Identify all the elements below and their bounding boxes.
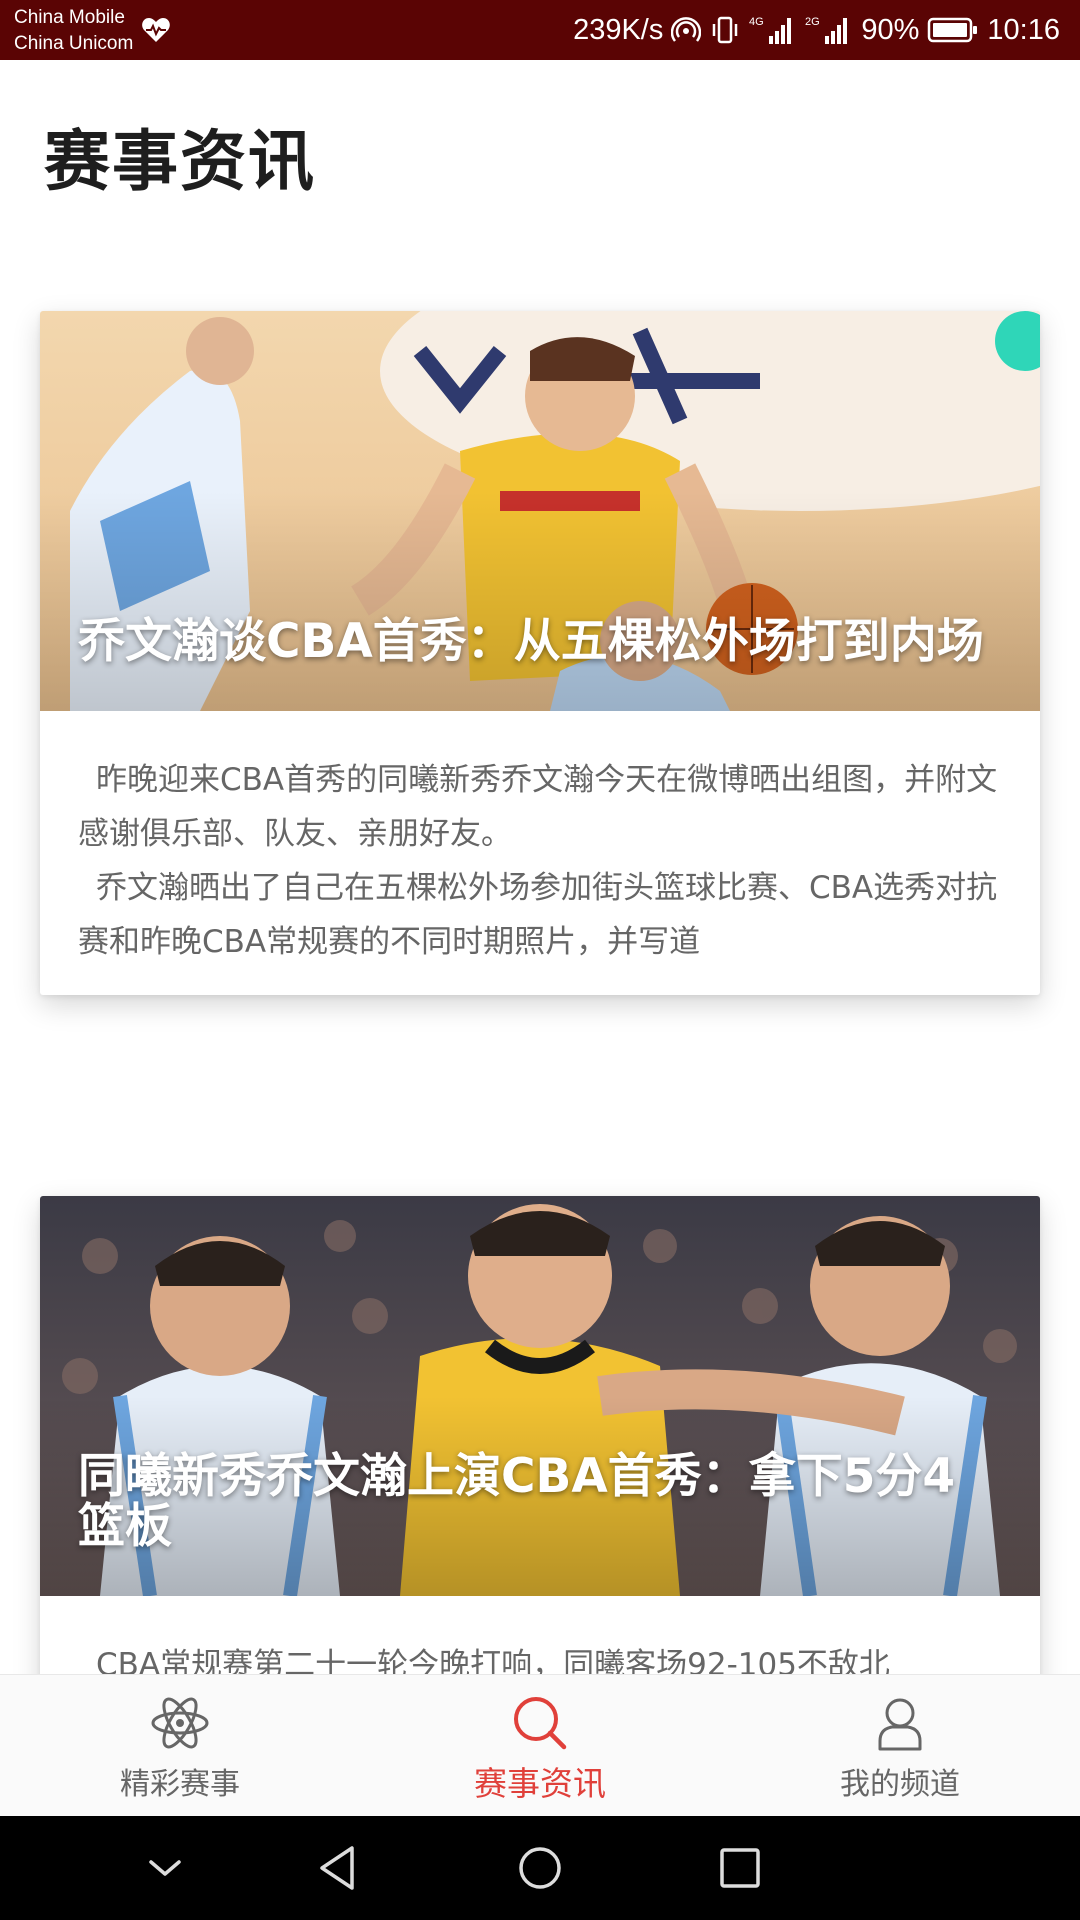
carrier-2: China Unicom [14,33,134,54]
hotspot-icon [671,17,702,42]
chevron-down-icon[interactable] [135,1838,195,1898]
nav-item-news[interactable]: 赛事资讯 [410,1675,670,1817]
net-speed: 239K/s [573,13,664,46]
vibrate-icon [713,16,738,44]
page-title: 赛事资讯 [44,123,316,200]
nav-item-my-channel[interactable]: 我的频道 [770,1675,1030,1817]
news-card-title[interactable]: 同曦新秀乔文瀚上演CBA首秀：拿下5分4篮板 [78,1452,1000,1552]
summary-paragraph: 乔文瀚晒出了自己在五棵松外场参加街头篮球比赛、CBA选秀对抗赛和昨晚CBA常规赛… [78,870,998,960]
news-card-title[interactable]: 乔文瀚谈CBA首秀：从五棵松外场打到内场 [78,617,1000,667]
signal-2g-icon: 2G [805,16,848,44]
nav-item-highlights[interactable]: 精彩赛事 [50,1675,310,1817]
heart-rate-icon [142,18,170,42]
nav-label: 精彩赛事 [120,1767,240,1802]
user-icon [878,1698,922,1751]
status-bar: China Mobile China Unicom 239K/s 4G 2G 9… [0,0,1080,60]
carrier-1: China Mobile [14,7,125,28]
battery-icon [928,17,978,43]
battery-percent: 90% [861,13,920,46]
nav-label: 赛事资讯 [474,1764,606,1803]
news-card[interactable]: 乔文瀚谈CBA首秀：从五棵松外场打到内场 昨晚迎来CBA首秀的同曦新秀乔文瀚今天… [40,311,1040,995]
signal-2-label: 2G [805,16,820,28]
summary-paragraph: 昨晚迎来CBA首秀的同曦新秀乔文瀚今天在微博晒出组图，并附文感谢俱乐部、队友、亲… [78,762,998,852]
news-card-image: 乔文瀚谈CBA首秀：从五棵松外场打到内场 [40,311,1040,711]
system-nav-bar [0,1816,1080,1920]
status-indicators: 239K/s 4G 2G 90% 10:16 [573,0,1060,60]
signal-1-label: 4G [749,16,764,28]
back-icon[interactable] [310,1838,370,1898]
bottom-nav: 精彩赛事 赛事资讯 我的频道 [0,1674,1080,1816]
news-card[interactable]: 同曦新秀乔文瀚上演CBA首秀：拿下5分4篮板 CBA常规赛第二十一轮今晚打响，同… [40,1196,1040,1696]
news-card-summary: 昨晚迎来CBA首秀的同曦新秀乔文瀚今天在微博晒出组图，并附文感谢俱乐部、队友、亲… [40,711,1040,969]
signal-4g-icon: 4G [749,16,792,44]
carrier-info: China Mobile China Unicom [14,5,133,57]
search-icon [514,1697,567,1750]
atom-icon [151,1697,209,1749]
nav-label: 我的频道 [840,1767,960,1802]
recents-icon[interactable] [710,1838,770,1898]
news-card-image: 同曦新秀乔文瀚上演CBA首秀：拿下5分4篮板 [40,1196,1040,1596]
clock: 10:16 [987,13,1060,46]
home-icon[interactable] [510,1838,570,1898]
